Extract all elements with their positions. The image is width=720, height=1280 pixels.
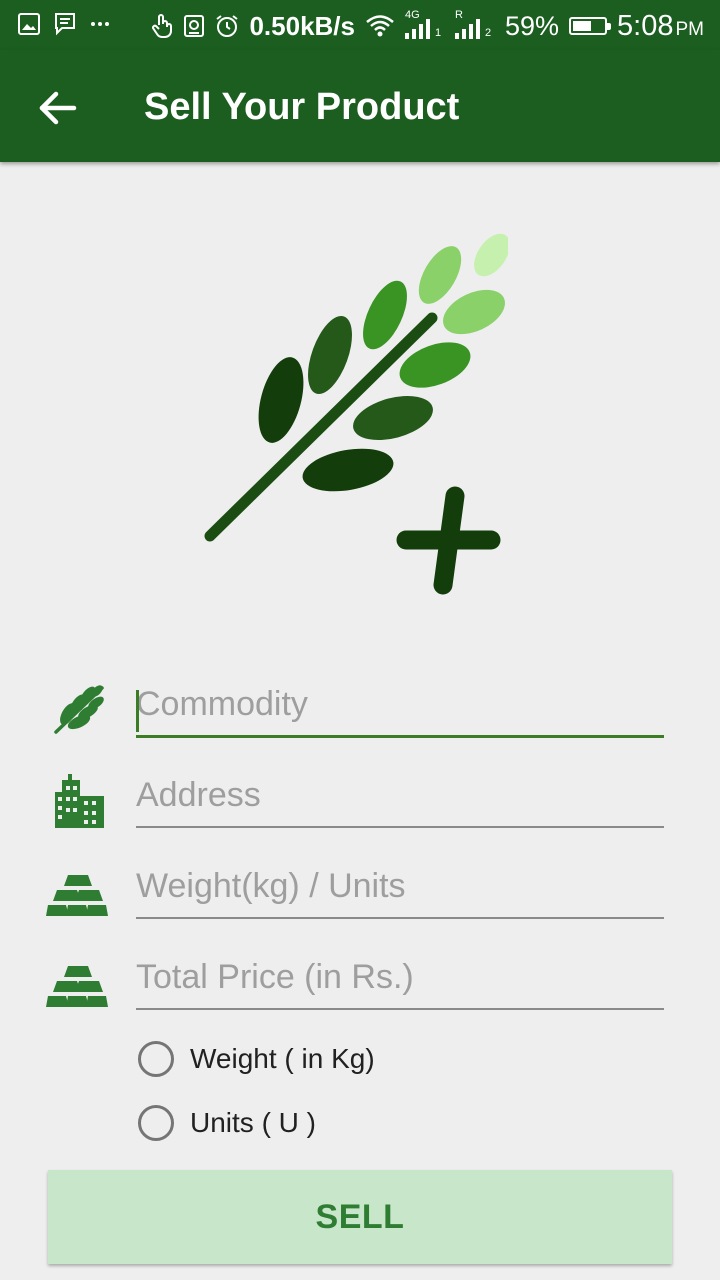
more-notifications-icon [91, 22, 109, 26]
price-row [0, 946, 720, 1018]
battery-percent: 59% [505, 10, 560, 41]
radio-units-label: Units ( U ) [190, 1107, 316, 1138]
status-bar: 0.50kB/s 4G 1 R 2 59% 5:08 PM [0, 0, 720, 50]
commodity-row [0, 674, 720, 746]
page-title: Sell Your Product [144, 86, 460, 128]
signal-bars-icon [405, 19, 430, 39]
gold-bars-icon [46, 875, 108, 916]
gold-bars-icon [46, 966, 108, 1007]
weight-row [0, 855, 720, 927]
radio-weight-label: Weight ( in Kg) [190, 1043, 375, 1074]
storage-icon [184, 15, 205, 37]
alarm-icon [216, 15, 239, 37]
wheat-add-icon [204, 233, 508, 595]
total-price-input[interactable] [136, 950, 664, 1010]
back-button[interactable] [30, 84, 82, 132]
network-speed: 0.50kB/s [249, 10, 355, 41]
gallery-notification-icon [18, 13, 40, 35]
sell-button[interactable]: SELL [48, 1170, 672, 1264]
signal-bars-icon [455, 19, 480, 39]
message-notification-icon [55, 13, 75, 36]
address-row [0, 764, 720, 836]
radio-weight[interactable]: Weight ( in Kg) [138, 1035, 375, 1083]
wheat-icon [54, 685, 104, 734]
arrow-left-icon [39, 91, 77, 125]
address-input[interactable] [136, 768, 664, 828]
touch-icon [152, 14, 173, 38]
radio-circle[interactable] [138, 1105, 174, 1141]
sim2-label: 2 [485, 27, 492, 39]
weight-units-input[interactable] [136, 859, 664, 919]
battery-icon [569, 17, 612, 35]
building-icon [55, 774, 104, 828]
clock: 5:08 PM [617, 9, 704, 42]
battery-level [573, 21, 591, 31]
app-bar: Sell Your Product [0, 50, 720, 162]
wifi-icon [366, 15, 394, 37]
radio-units[interactable]: Units ( U ) [138, 1099, 316, 1147]
commodity-input[interactable] [136, 678, 664, 738]
text-cursor [136, 690, 139, 732]
signal-sim2: R 2 [455, 9, 495, 41]
sim1-label: 1 [435, 27, 442, 39]
radio-circle[interactable] [138, 1041, 174, 1077]
signal-sim1: 4G 1 [405, 9, 445, 41]
